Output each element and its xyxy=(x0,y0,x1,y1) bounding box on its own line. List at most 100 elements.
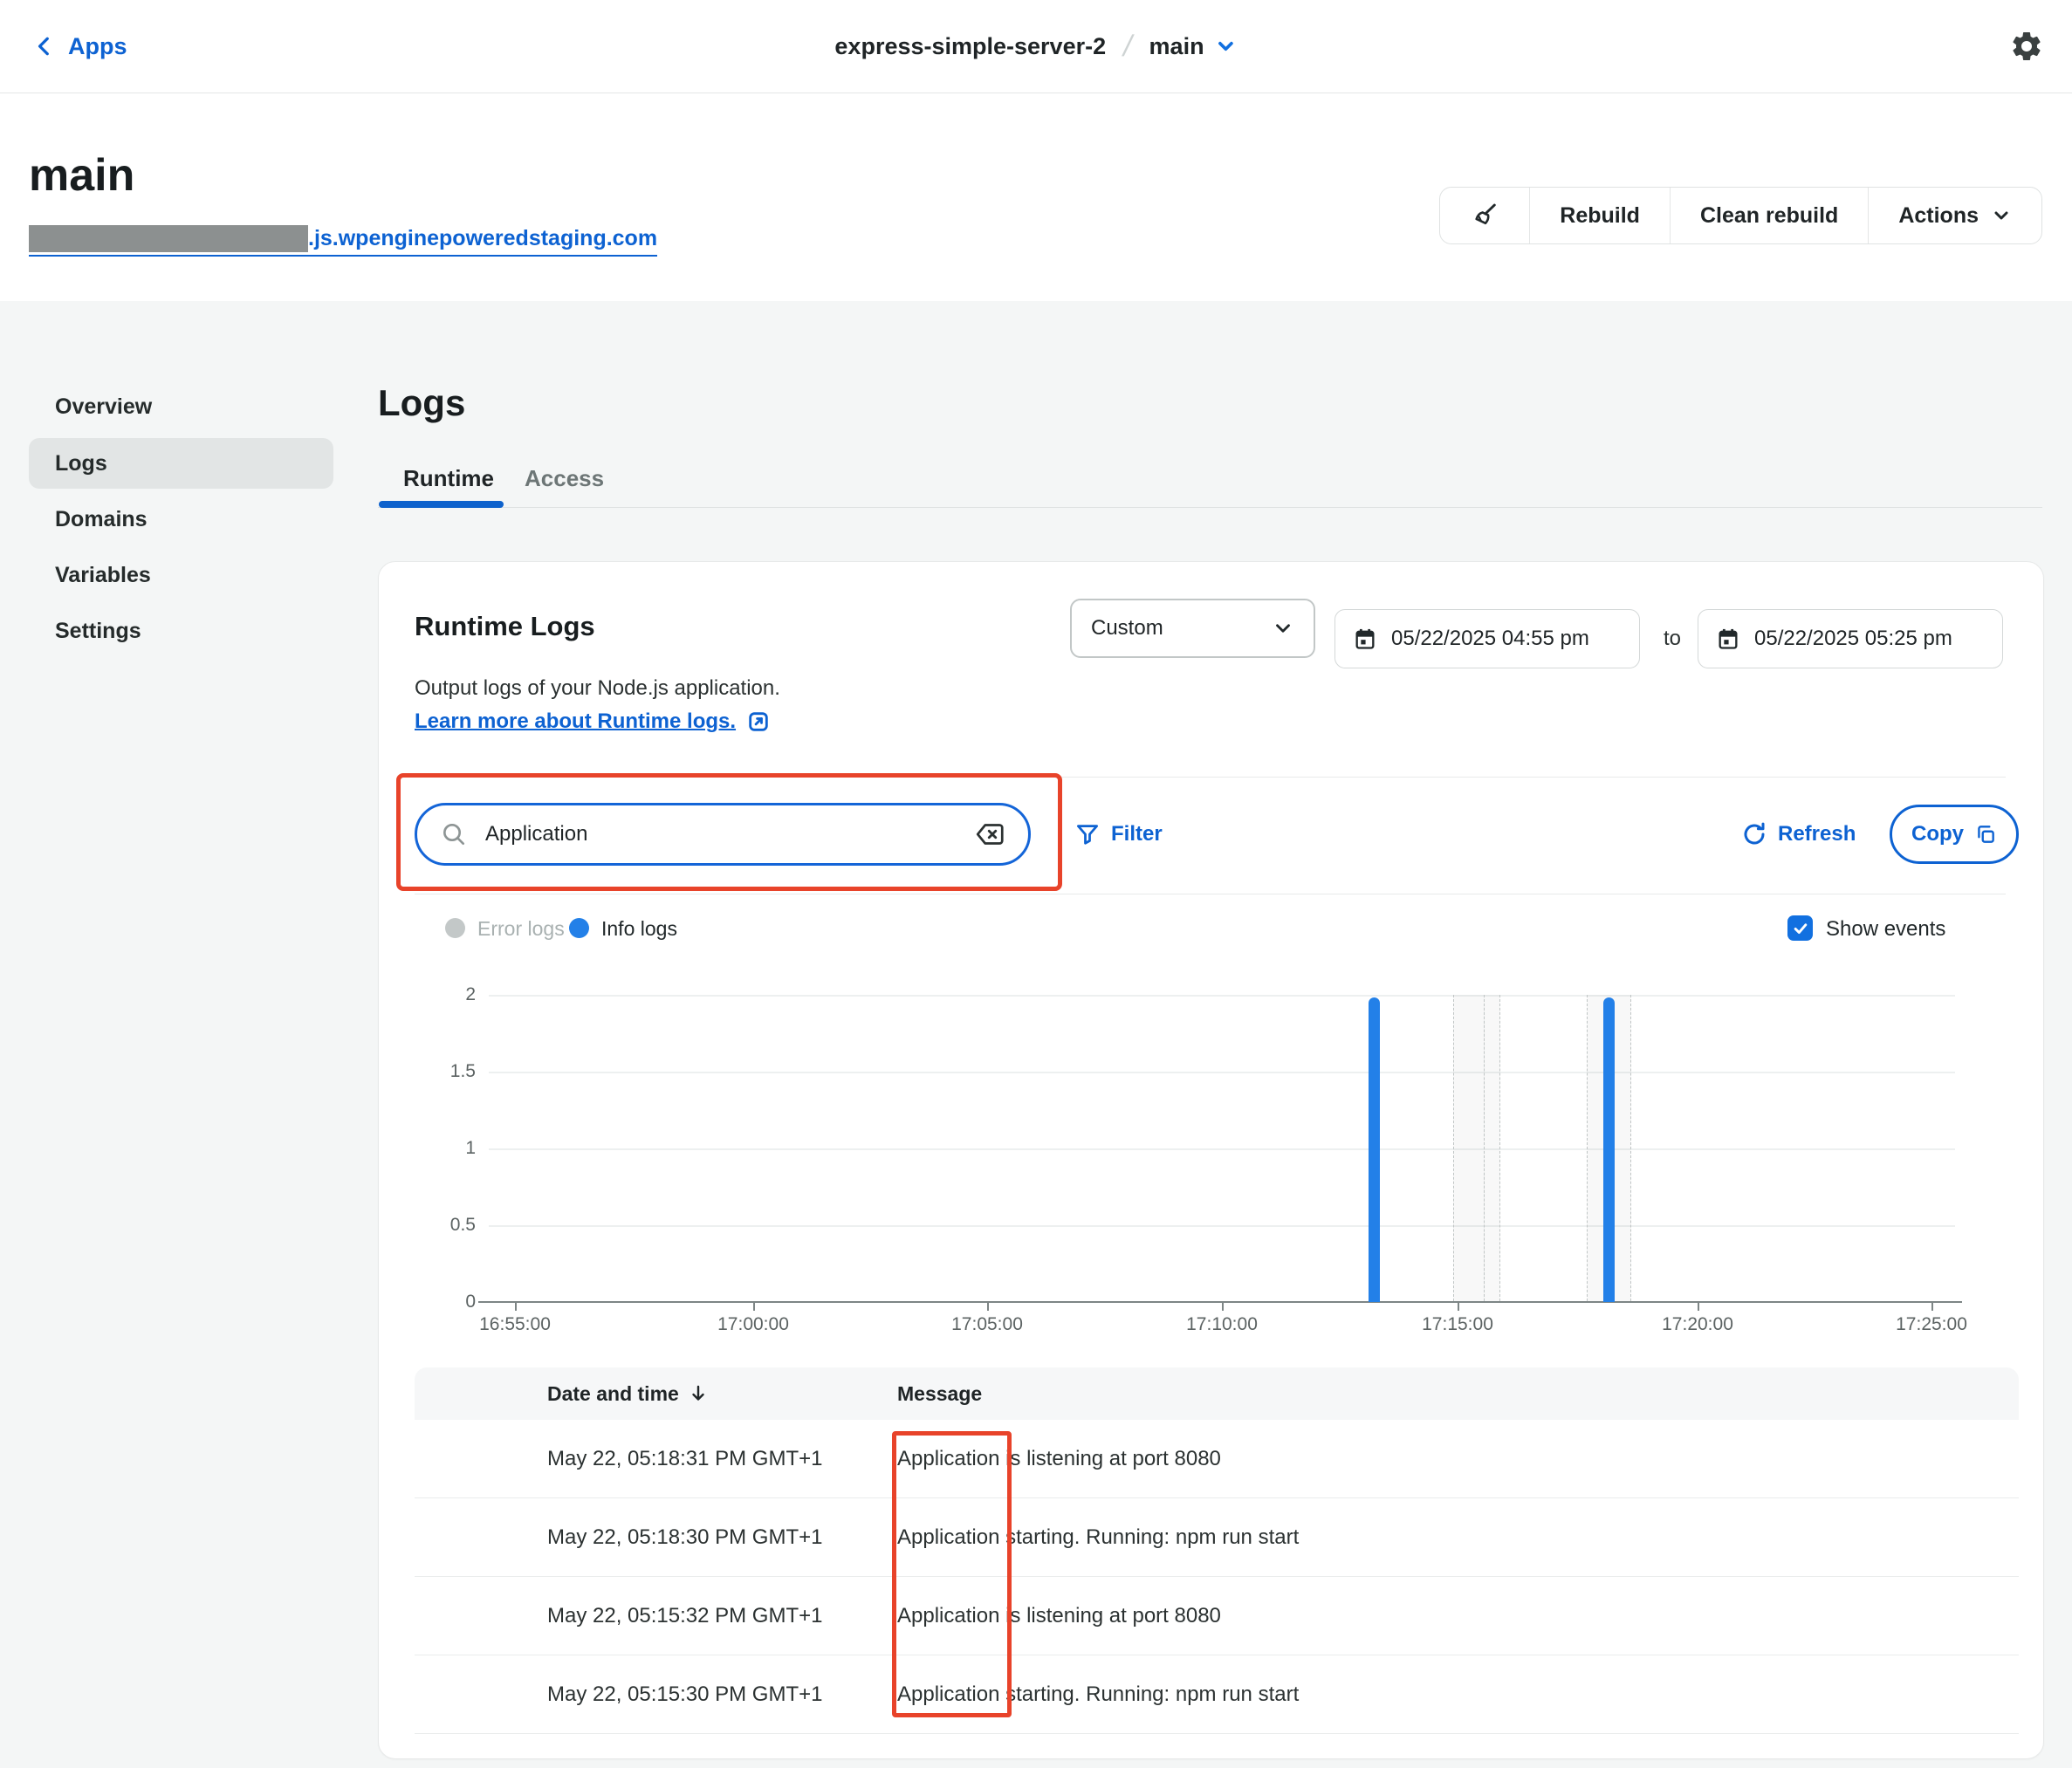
sidebar-item-logs[interactable]: Logs xyxy=(29,438,333,489)
tab-access[interactable]: Access xyxy=(525,465,604,492)
log-table-row[interactable]: May 22, 05:18:30 PM GMT+1 Application st… xyxy=(415,1498,2019,1577)
show-events-checkbox[interactable] xyxy=(1787,915,1813,941)
x-tick xyxy=(1698,1303,1699,1311)
clear-cache-button[interactable] xyxy=(1440,188,1529,243)
x-tick-label: 17:25:00 xyxy=(1870,1314,1993,1335)
url-redaction-box xyxy=(29,225,308,252)
breadcrumb: express-simple-server-2 / main xyxy=(834,0,1237,93)
x-tick-label: 16:55:00 xyxy=(454,1314,576,1335)
x-tick-label: 17:05:00 xyxy=(926,1314,1048,1335)
gridline-2 xyxy=(489,995,1955,997)
environment-actions-group: Rebuild Clean rebuild Actions xyxy=(1439,187,2042,244)
column-header-datetime[interactable]: Date and time xyxy=(547,1382,897,1406)
tabs-divider xyxy=(378,507,2042,508)
search-input[interactable] xyxy=(484,821,958,847)
settings-gear-icon[interactable] xyxy=(2009,29,2044,64)
actions-label: Actions xyxy=(1898,203,1979,229)
filter-label: Filter xyxy=(1111,822,1163,846)
time-range-selected-value: Custom xyxy=(1091,616,1163,641)
log-datetime: May 22, 05:15:30 PM GMT+1 xyxy=(547,1682,897,1707)
actions-dropdown-button[interactable]: Actions xyxy=(1868,188,2041,243)
sidebar-item-domains[interactable]: Domains xyxy=(29,494,333,545)
y-tick-label: 1 xyxy=(423,1136,476,1161)
gridline-1 xyxy=(489,1148,1955,1150)
sidebar-item-overview[interactable]: Overview xyxy=(29,381,333,432)
clear-input-icon[interactable] xyxy=(974,819,1005,850)
filter-button[interactable]: Filter xyxy=(1074,803,1163,866)
toolbar-top-divider xyxy=(415,777,2006,778)
tab-runtime[interactable]: Runtime xyxy=(403,465,494,492)
time-range-select[interactable]: Custom xyxy=(1070,599,1315,658)
calendar-icon xyxy=(1353,627,1377,651)
y-tick-label: 0 xyxy=(423,1290,476,1314)
sidebar-item-variables[interactable]: Variables xyxy=(29,550,333,600)
environment-url-link[interactable]: .js.wpenginepoweredstaging.com xyxy=(29,225,657,257)
clean-rebuild-button[interactable]: Clean rebuild xyxy=(1670,188,1868,243)
gridline-0-5 xyxy=(489,1225,1955,1227)
log-search-field[interactable] xyxy=(415,803,1031,866)
environment-title: main xyxy=(29,150,134,201)
copy-label: Copy xyxy=(1911,822,1964,846)
back-link-label: Apps xyxy=(68,33,127,60)
log-message: Application is listening at port 8080 xyxy=(897,1604,2019,1628)
log-datetime: May 22, 05:18:31 PM GMT+1 xyxy=(547,1447,897,1471)
info-logs-legend-dot[interactable] xyxy=(569,918,589,938)
info-logs-legend-label[interactable]: Info logs xyxy=(601,917,677,941)
select-chevron-down-icon xyxy=(1272,617,1294,640)
sidebar-label-domains: Domains xyxy=(55,507,148,532)
date-to-field[interactable]: 05/22/2025 05:25 pm xyxy=(1698,609,2003,668)
show-events-label: Show events xyxy=(1826,917,1945,942)
x-tick xyxy=(515,1303,517,1311)
info-log-bar[interactable] xyxy=(1603,997,1615,1302)
info-log-bar[interactable] xyxy=(1369,997,1380,1302)
filter-funnel-icon xyxy=(1074,821,1101,847)
panel-title: Runtime Logs xyxy=(415,611,595,642)
refresh-button[interactable]: Refresh xyxy=(1741,803,1856,866)
learn-more-label: Learn more about Runtime logs. xyxy=(415,709,736,734)
broom-icon xyxy=(1470,201,1499,230)
x-tick-label: 17:20:00 xyxy=(1636,1314,1759,1335)
app-screen: Apps express-simple-server-2 / main main… xyxy=(0,0,2072,1768)
learn-more-link[interactable]: Learn more about Runtime logs. xyxy=(415,709,771,734)
error-logs-legend-dot[interactable] xyxy=(445,918,465,938)
back-to-apps-link[interactable]: Apps xyxy=(33,0,127,93)
log-message: Application starting. Running: npm run s… xyxy=(897,1682,2019,1707)
breadcrumb-app-name[interactable]: express-simple-server-2 xyxy=(834,33,1106,60)
column-header-message[interactable]: Message xyxy=(897,1382,2019,1406)
date-from-field[interactable]: 05/22/2025 04:55 pm xyxy=(1334,609,1640,668)
event-band xyxy=(1484,995,1500,1301)
environment-url-text: .js.wpenginepoweredstaging.com xyxy=(308,225,657,252)
log-table-row[interactable]: May 22, 05:15:32 PM GMT+1 Application is… xyxy=(415,1577,2019,1655)
date-range-to-label: to xyxy=(1652,609,1692,668)
actions-chevron-down-icon xyxy=(1991,205,2012,226)
sidebar-item-settings[interactable]: Settings xyxy=(29,606,333,656)
x-tick xyxy=(1931,1303,1933,1311)
log-datetime: May 22, 05:18:30 PM GMT+1 xyxy=(547,1525,897,1550)
copy-icon xyxy=(1974,823,1997,846)
log-table-row[interactable]: May 22, 05:15:30 PM GMT+1 Application st… xyxy=(415,1655,2019,1734)
clean-rebuild-label: Clean rebuild xyxy=(1700,203,1838,229)
env-chevron-down-icon[interactable] xyxy=(1215,35,1238,58)
search-icon xyxy=(440,820,468,848)
x-tick xyxy=(753,1303,755,1311)
y-tick-label: 0.5 xyxy=(423,1213,476,1237)
sidebar-label-overview: Overview xyxy=(55,394,152,420)
rebuild-button[interactable]: Rebuild xyxy=(1529,188,1670,243)
log-table-row[interactable]: May 22, 05:18:31 PM GMT+1 Application is… xyxy=(415,1420,2019,1498)
log-datetime: May 22, 05:15:32 PM GMT+1 xyxy=(547,1604,897,1628)
log-message: Application starting. Running: npm run s… xyxy=(897,1525,2019,1550)
checkmark-icon xyxy=(1792,920,1809,937)
x-tick-label: 17:15:00 xyxy=(1396,1314,1519,1335)
x-axis-line xyxy=(478,1301,1962,1303)
sidebar-label-variables: Variables xyxy=(55,563,151,588)
breadcrumb-env-name[interactable]: main xyxy=(1149,33,1204,60)
x-tick xyxy=(1458,1303,1459,1311)
back-chevron-icon xyxy=(33,35,56,58)
event-band xyxy=(1453,995,1485,1301)
log-table-header: Date and time Message xyxy=(415,1367,2019,1420)
page-title: Logs xyxy=(378,382,465,424)
error-logs-legend-label[interactable]: Error logs xyxy=(477,917,565,941)
message-header-label: Message xyxy=(897,1382,982,1406)
sidebar-label-settings: Settings xyxy=(55,619,141,644)
copy-button[interactable]: Copy xyxy=(1890,805,2019,864)
